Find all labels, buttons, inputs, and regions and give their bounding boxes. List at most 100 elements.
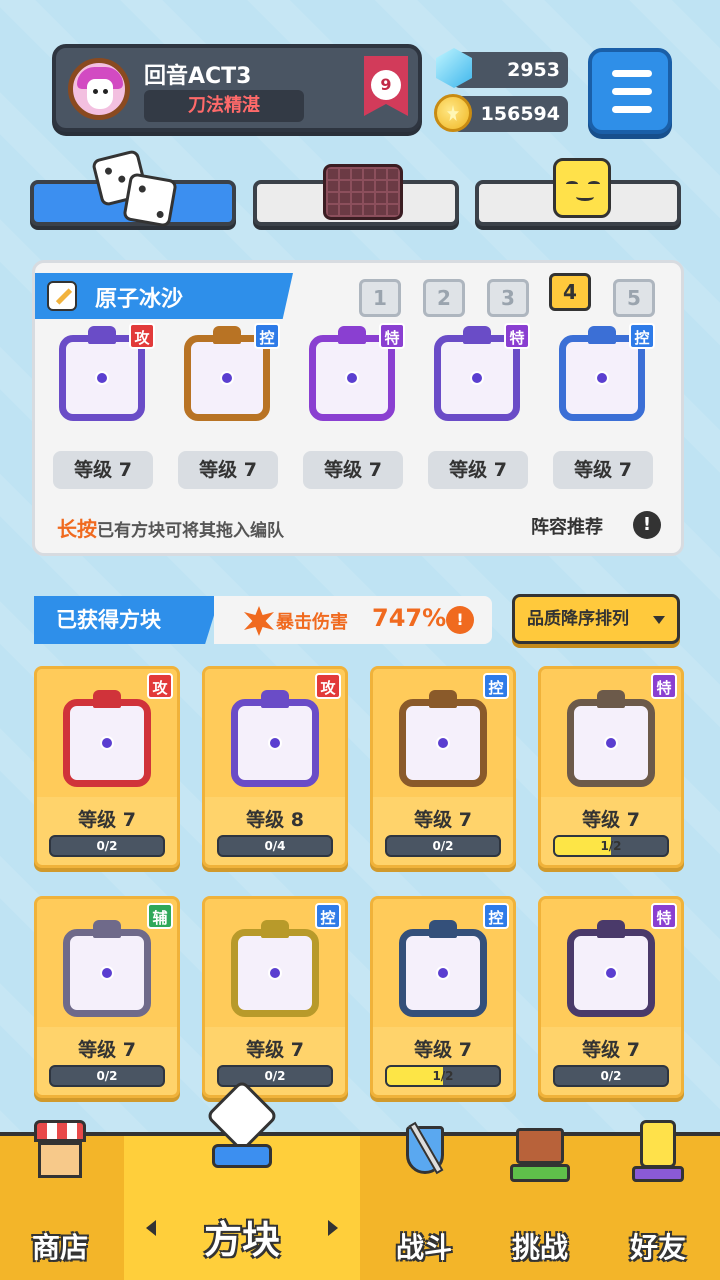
deck-slot-4[interactable]: 4 (549, 273, 591, 311)
block-tile-icon (567, 690, 655, 787)
nav-friends-label: 好友 (629, 1231, 686, 1264)
nav-battle[interactable]: 战斗 (364, 1121, 484, 1280)
block-core-icon (345, 371, 359, 385)
block-level: 等级 7 (582, 809, 640, 831)
crit-info-icon[interactable]: ! (446, 606, 474, 634)
block-tile-icon (63, 690, 151, 787)
deck-header[interactable]: 原子冰沙 (35, 273, 293, 319)
block-level: 等级 7 (78, 809, 136, 831)
block-core-icon (100, 966, 114, 980)
block-card[interactable]: 控等级 7 0/2 (202, 896, 348, 1098)
block-level: 等级 8 (246, 809, 304, 831)
block-card[interactable]: 特等级 7 1/2 (538, 666, 684, 868)
player-avatar[interactable] (68, 58, 130, 120)
upgrade-progress-bar: 0/2 (49, 1065, 165, 1087)
crit-damage-bar: 暴击伤害 747% ! (214, 596, 492, 644)
deck-panel: 原子冰沙 1 2 3 4 5 攻等级 7 控等级 7 特等级 7 特等级 7 控等级 7… (32, 260, 684, 556)
coin-icon (434, 94, 472, 132)
block-core-icon (268, 736, 282, 750)
sort-label: 品质降序排列 (527, 609, 629, 629)
lineup-recommend-link[interactable]: 阵容推荐 (531, 513, 603, 539)
upgrade-progress-bar: 0/2 (49, 835, 165, 857)
bottom-nav: 商店 方块 战斗 挑战 好友 (0, 1079, 720, 1280)
block-type-tag: 特 (379, 323, 405, 349)
upgrade-progress-bar: 1/2 (385, 1065, 501, 1087)
progress-text: 0/2 (600, 1069, 622, 1083)
deck-slot-3[interactable]: 3 (487, 279, 529, 317)
dragon-head-icon (588, 326, 616, 344)
tab-dice[interactable] (30, 148, 236, 228)
nav-shop-label: 商店 (31, 1231, 88, 1264)
block-type-tag: 特 (504, 323, 530, 349)
block-core-icon (470, 371, 484, 385)
block-core-icon (436, 736, 450, 750)
block-card[interactable]: 特等级 7 0/2 (538, 896, 684, 1098)
nav-challenge[interactable]: 挑战 (480, 1128, 600, 1280)
deck-block-2[interactable]: 控 (176, 323, 280, 423)
drag-hint: 长按已有方块可将其拖入编队 (57, 513, 284, 542)
info-icon[interactable]: ! (633, 511, 661, 539)
deck-slot-1[interactable]: 1 (359, 279, 401, 317)
block-tile-icon (63, 920, 151, 1017)
deck-block-1[interactable]: 攻 (51, 323, 155, 423)
block-card[interactable]: 攻等级 7 0/2 (34, 666, 180, 868)
sword-shield-icon (394, 1120, 454, 1190)
progress-text: 0/2 (96, 1069, 118, 1083)
deck-block-level: 等级 7 (428, 451, 528, 489)
deck-block-level: 等级 7 (53, 451, 153, 489)
deck-block-3[interactable]: 特 (301, 323, 405, 423)
block-cube-icon (205, 1079, 279, 1176)
upgrade-progress-bar: 0/2 (217, 1065, 333, 1087)
block-type-tag: 攻 (129, 323, 155, 349)
deck-slot-2[interactable]: 2 (423, 279, 465, 317)
sort-dropdown[interactable]: 品质降序排列 (512, 594, 680, 644)
block-type-tag: 攻 (315, 673, 341, 699)
progress-text: 1/2 (432, 1069, 454, 1083)
block-core-icon (604, 966, 618, 980)
dragon-head-icon (338, 326, 366, 344)
nav-shop[interactable]: 商店 (0, 1120, 120, 1280)
pencil-icon[interactable] (47, 281, 77, 311)
smiley-block-icon (553, 158, 611, 218)
board-grid-icon (323, 164, 403, 220)
dragon-head-icon (463, 326, 491, 344)
dragon-head-icon (213, 326, 241, 344)
tab-smiley[interactable] (475, 158, 681, 226)
dragon-head-icon (597, 920, 625, 938)
block-level: 等级 7 (246, 1039, 304, 1061)
dragon-head-icon (597, 690, 625, 708)
deck-block-level: 等级 7 (553, 451, 653, 489)
block-core-icon (100, 736, 114, 750)
block-type-tag: 特 (651, 903, 677, 929)
block-type-tag: 控 (315, 903, 341, 929)
progress-text: 0/2 (264, 1069, 286, 1083)
crit-burst-icon (244, 606, 274, 636)
crit-label: 暴击伤害 (276, 612, 348, 633)
block-card[interactable]: 控等级 7 1/2 (370, 896, 516, 1098)
block-card[interactable]: 攻等级 8 0/4 (202, 666, 348, 868)
nav-friends[interactable]: 好友 (598, 1120, 718, 1280)
block-core-icon (595, 371, 609, 385)
upgrade-progress-bar: 0/2 (553, 1065, 669, 1087)
upgrade-progress-bar: 1/2 (553, 835, 669, 857)
deck-name: 原子冰沙 (95, 287, 184, 312)
nav-blocks[interactable]: 方块 (124, 1079, 360, 1280)
block-core-icon (268, 966, 282, 980)
upgrade-progress-bar: 0/4 (217, 835, 333, 857)
dragon-head-icon (261, 920, 289, 938)
block-tile-icon (231, 690, 319, 787)
tab-board[interactable] (253, 164, 459, 226)
player-profile-panel[interactable]: 回音ACT3 刀法精湛 9 (52, 44, 422, 132)
deck-block-5[interactable]: 控 (551, 323, 655, 423)
block-level: 等级 7 (414, 1039, 472, 1061)
block-type-tag: 攻 (147, 673, 173, 699)
deck-slot-5[interactable]: 5 (613, 279, 655, 317)
menu-button[interactable] (588, 48, 672, 134)
block-card[interactable]: 辅等级 7 0/2 (34, 896, 180, 1098)
block-card[interactable]: 控等级 7 0/2 (370, 666, 516, 868)
deck-block-4[interactable]: 特 (426, 323, 530, 423)
block-type-tag: 控 (483, 903, 509, 929)
deck-block-level: 等级 7 (178, 451, 278, 489)
block-core-icon (220, 371, 234, 385)
block-level: 等级 7 (414, 809, 472, 831)
